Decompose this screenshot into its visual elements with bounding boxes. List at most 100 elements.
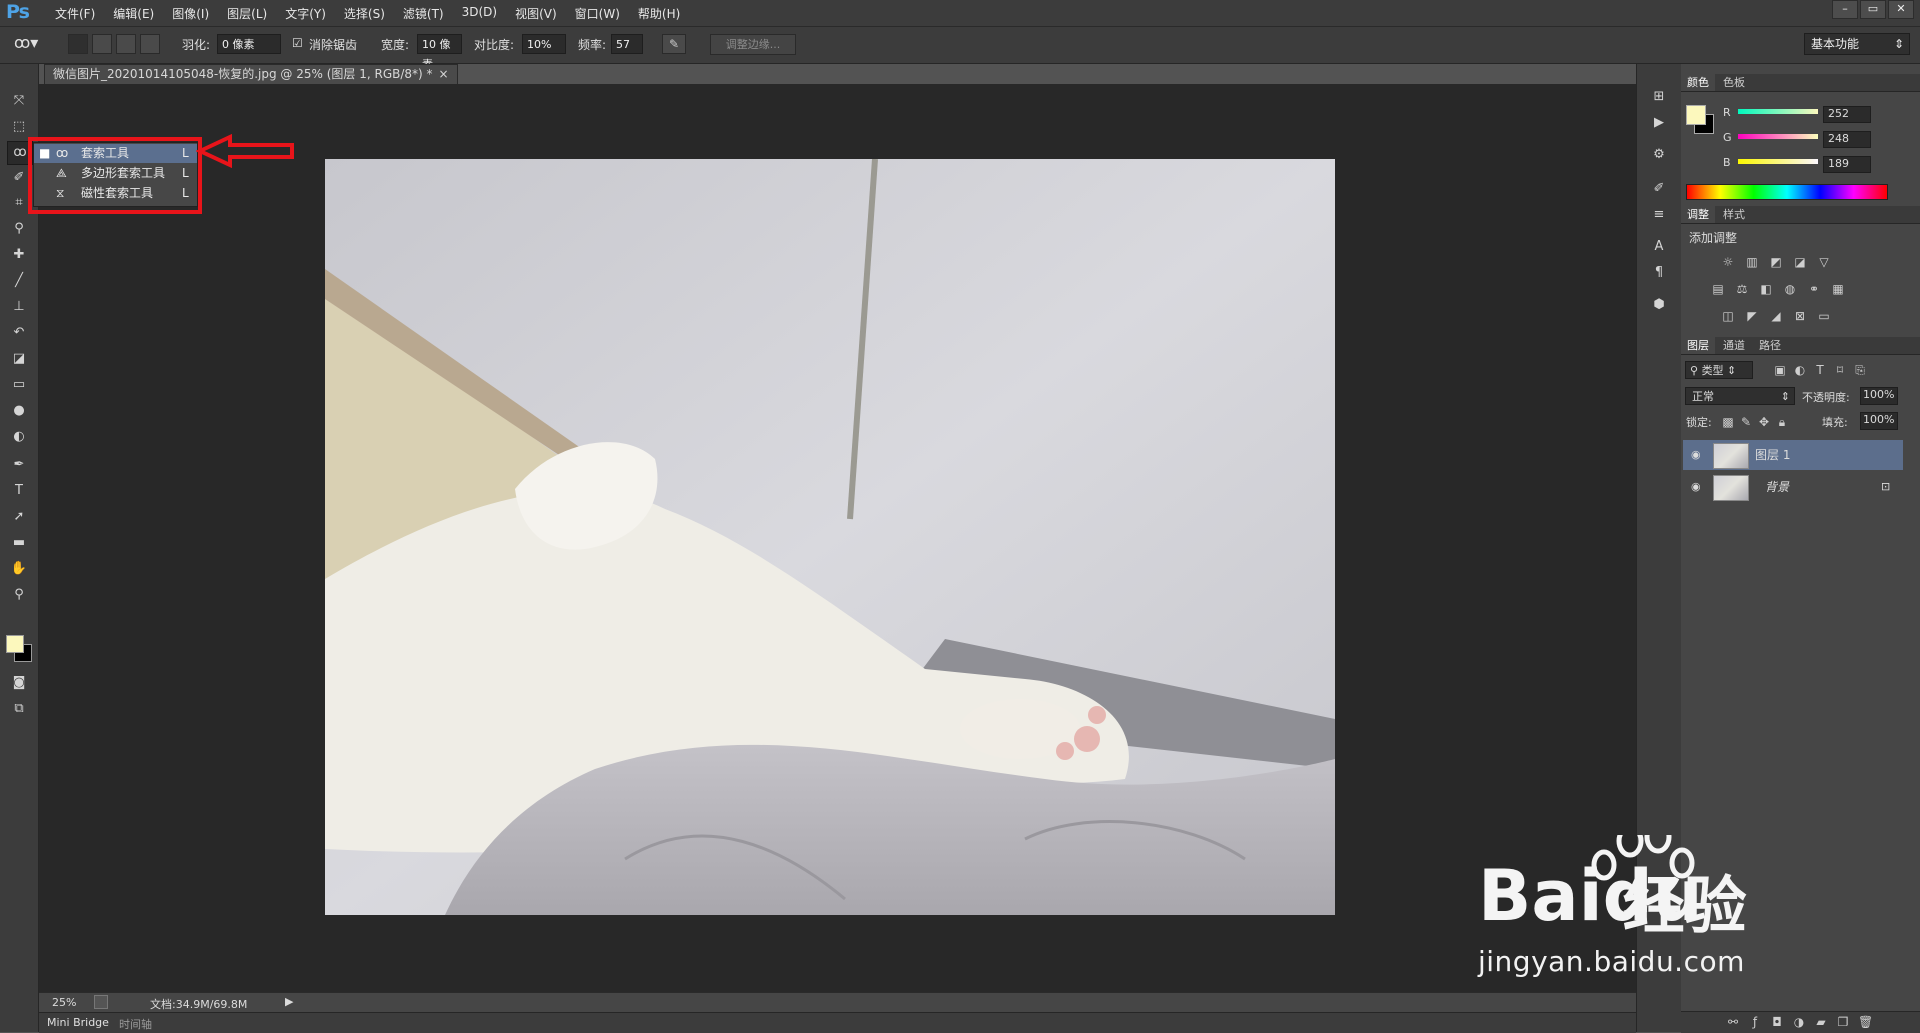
invert-icon[interactable]: ◫ (1721, 310, 1735, 322)
color-spectrum-bar[interactable] (1686, 184, 1888, 200)
minimize-button[interactable]: – (1832, 0, 1858, 19)
menu-filter[interactable]: 滤镜(T) (394, 5, 453, 22)
threshold-icon[interactable]: ◢ (1769, 310, 1783, 322)
history-brush-icon[interactable]: ↶ (7, 322, 31, 344)
filter-smart-icon[interactable]: ⎘ (1853, 364, 1867, 376)
black-white-icon[interactable]: ◧ (1759, 283, 1773, 295)
add-mask-icon[interactable]: ◘ (1770, 1016, 1784, 1028)
filter-adjust-icon[interactable]: ◐ (1793, 364, 1807, 376)
type-tool-icon[interactable]: T (7, 480, 31, 502)
r-value[interactable]: 252 (1823, 106, 1871, 123)
layer-row-layer1[interactable]: ◉ 图层 1 (1683, 440, 1903, 470)
properties-panel-icon[interactable]: ⚙ (1647, 144, 1671, 166)
tab-adjustments[interactable]: 调整 (1681, 206, 1715, 223)
lock-position-icon[interactable]: ✥ (1757, 416, 1771, 428)
g-value[interactable]: 248 (1823, 131, 1871, 148)
filter-pixel-icon[interactable]: ▣ (1773, 364, 1787, 376)
delete-layer-icon[interactable]: 🗑︎ (1858, 1016, 1873, 1028)
path-select-tool-icon[interactable]: ➚ (7, 506, 31, 528)
new-group-icon[interactable]: ▰ (1814, 1016, 1828, 1028)
foreground-color-swatch[interactable] (6, 635, 24, 653)
close-tab-icon[interactable]: × (439, 67, 449, 81)
tab-channels[interactable]: 通道 (1717, 337, 1751, 354)
subtract-selection-button[interactable] (116, 34, 136, 54)
actions-panel-icon[interactable]: ▶ (1647, 112, 1671, 134)
document-tab[interactable]: 微信图片_20201014105048-恢复的.jpg @ 25% (图层 1,… (44, 64, 458, 85)
pen-tool-icon[interactable]: ✒ (7, 454, 31, 476)
menu-image[interactable]: 图像(I) (163, 5, 218, 22)
r-slider[interactable] (1738, 109, 1818, 114)
contrast-input[interactable]: 10% (522, 34, 566, 54)
tab-styles[interactable]: 样式 (1717, 206, 1751, 223)
paragraph-panel-icon[interactable]: ¶ (1647, 262, 1671, 284)
filter-shape-icon[interactable]: ⌑ (1833, 364, 1847, 376)
dodge-tool-icon[interactable]: ◐ (7, 426, 31, 448)
layer-filter-select[interactable]: ⚲ 类型 ⇕ (1685, 361, 1753, 379)
brush-tool-icon[interactable]: ╱ (7, 270, 31, 292)
eyedropper-tool-icon[interactable]: ⚲ (7, 218, 31, 240)
channel-mixer-icon[interactable]: ⚭ (1807, 283, 1821, 295)
move-tool-icon[interactable]: ⤧ (7, 90, 31, 112)
quick-mask-icon[interactable]: ◙ (7, 672, 31, 694)
gradient-map-icon[interactable]: ▭ (1817, 310, 1831, 322)
character-panel-icon[interactable]: A (1647, 236, 1671, 258)
status-menu-arrow-icon[interactable]: ▶ (285, 995, 293, 1008)
brightness-icon[interactable]: ☼ (1721, 256, 1735, 268)
gradient-tool-icon[interactable]: ▭ (7, 374, 31, 396)
feather-input[interactable]: 0 像素 (217, 34, 281, 54)
color-fg-swatch[interactable] (1686, 105, 1706, 125)
fill-value[interactable]: 100% (1860, 412, 1898, 430)
zoom-level[interactable]: 25% (52, 996, 76, 1009)
close-button[interactable]: ✕ (1888, 0, 1914, 19)
curves-icon[interactable]: ◩ (1769, 256, 1783, 268)
lock-paint-icon[interactable]: ✎ (1739, 416, 1753, 428)
vibrance-icon[interactable]: ▽ (1817, 256, 1831, 268)
hand-tool-icon[interactable]: ✋ (7, 558, 31, 580)
selective-color-icon[interactable]: ⊠ (1793, 310, 1807, 322)
photo-filter-icon[interactable]: ◍ (1783, 283, 1797, 295)
blend-mode-select[interactable]: 正常 ⇕ (1685, 387, 1795, 405)
visibility-eye-icon[interactable]: ◉ (1691, 440, 1701, 470)
opacity-value[interactable]: 100% (1860, 387, 1898, 405)
menu-window[interactable]: 窗口(W) (566, 5, 629, 22)
zoom-tool-icon[interactable]: ⚲ (7, 584, 31, 606)
restore-button[interactable]: ▭ (1860, 0, 1886, 19)
healing-brush-icon[interactable]: ✚ (7, 244, 31, 266)
menu-select[interactable]: 选择(S) (335, 5, 394, 22)
tab-paths[interactable]: 路径 (1753, 337, 1787, 354)
g-slider[interactable] (1738, 134, 1818, 139)
tab-layers[interactable]: 图层 (1681, 337, 1715, 354)
clone-stamp-icon[interactable]: ⊥ (7, 296, 31, 318)
hue-saturation-icon[interactable]: ▤ (1711, 283, 1725, 295)
workspace-select[interactable]: 基本功能 ⇕ (1804, 33, 1910, 55)
pen-pressure-icon[interactable]: ✎ (662, 34, 686, 54)
screen-mode-icon[interactable]: ⧉ (7, 698, 31, 720)
b-slider[interactable] (1738, 159, 1818, 164)
lasso-preset-icon[interactable]: ꝏ▾ (14, 33, 38, 52)
shape-tool-icon[interactable]: ▬ (7, 532, 31, 554)
history-panel-icon[interactable]: ⊞ (1647, 86, 1671, 108)
exposure-icon[interactable]: ◪ (1793, 256, 1807, 268)
lock-all-icon[interactable]: 🔒︎ (1775, 416, 1789, 428)
document-image[interactable] (325, 159, 1335, 915)
refine-edge-button[interactable]: 调整边缘... (710, 34, 796, 55)
brush-presets-icon[interactable]: ≡ (1647, 204, 1671, 226)
brush-panel-icon[interactable]: ✐ (1647, 178, 1671, 200)
blur-tool-icon[interactable]: ● (7, 400, 31, 422)
layer-row-background[interactable]: ◉ 背景 ⊡ (1683, 472, 1903, 502)
tab-swatches[interactable]: 色板 (1717, 74, 1751, 91)
frequency-input[interactable]: 57 (611, 34, 643, 54)
menu-layer[interactable]: 图层(L) (218, 5, 276, 22)
fx-icon[interactable]: ƒ (1748, 1016, 1762, 1028)
link-layers-icon[interactable]: ⚯ (1726, 1016, 1740, 1028)
intersect-selection-button[interactable] (140, 34, 160, 54)
tab-timeline[interactable]: 时间轴 (119, 1016, 152, 1032)
b-value[interactable]: 189 (1823, 156, 1871, 173)
filter-type-icon[interactable]: T (1813, 364, 1827, 376)
add-selection-button[interactable] (92, 34, 112, 54)
width-input[interactable]: 10 像素 (417, 34, 462, 71)
menu-3d[interactable]: 3D(D) (453, 5, 506, 22)
new-selection-button[interactable] (68, 34, 88, 54)
tab-color[interactable]: 颜色 (1681, 74, 1715, 91)
menu-edit[interactable]: 编辑(E) (104, 5, 163, 22)
